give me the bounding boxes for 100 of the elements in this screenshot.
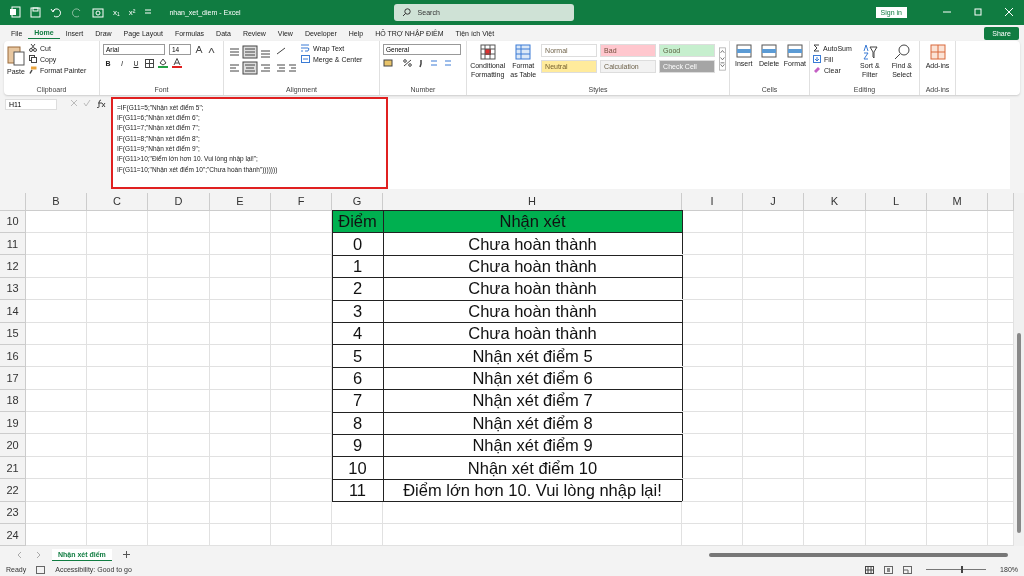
empty-cell: [87, 322, 148, 345]
column-header[interactable]: C: [87, 192, 148, 211]
column-header[interactable]: H: [383, 192, 682, 211]
empty-cell: [87, 456, 148, 480]
empty-cell: [271, 232, 332, 256]
empty-cell: [743, 479, 804, 502]
empty-cell: [743, 389, 804, 413]
empty-cell: [866, 501, 927, 524]
empty-cell: [927, 344, 988, 368]
camera-icon[interactable]: [92, 6, 104, 18]
scissors-icon: [29, 44, 37, 53]
empty-cell: [210, 367, 271, 390]
empty-cell: [148, 456, 210, 480]
column-header[interactable]: L: [866, 192, 927, 211]
next-sheet-icon[interactable]: [34, 550, 42, 559]
empty-cell: [210, 210, 271, 233]
formula-field[interactable]: [111, 98, 1010, 189]
column-header[interactable]: J: [743, 192, 804, 211]
page-layout-icon[interactable]: [884, 565, 894, 574]
page-break-icon[interactable]: [903, 565, 913, 574]
empty-cell: [682, 232, 743, 256]
empty-cell: [866, 524, 927, 547]
empty-cell: [87, 479, 148, 502]
undo-icon[interactable]: [50, 6, 62, 18]
customize-icon[interactable]: [144, 8, 153, 17]
row-header[interactable]: 16: [0, 344, 26, 368]
empty-cell: [927, 232, 988, 256]
empty-cell: [743, 344, 804, 368]
row-header[interactable]: 15: [0, 322, 26, 345]
script-button[interactable]: x₁: [113, 7, 120, 17]
empty-cell: [271, 344, 332, 368]
empty-cell: [682, 300, 743, 323]
empty-cell: [210, 232, 271, 256]
column-header[interactable]: B: [26, 192, 87, 211]
script-button[interactable]: x²: [128, 7, 136, 17]
empty-cell: [87, 389, 148, 413]
empty-cell: [210, 479, 271, 502]
column-header[interactable]: D: [148, 192, 210, 211]
empty-cell: [682, 322, 743, 345]
row-header[interactable]: 21: [0, 456, 26, 480]
column-header[interactable]: K: [804, 192, 866, 211]
empty-cell: [804, 367, 866, 390]
empty-cell: [210, 501, 271, 524]
empty-cell: [148, 367, 210, 390]
empty-cell: [927, 524, 988, 547]
close-icon[interactable]: [1004, 7, 1014, 18]
column-header[interactable]: G: [332, 192, 383, 211]
empty-cell: [148, 210, 210, 233]
empty-cell: [866, 456, 927, 480]
empty-cell: [210, 456, 271, 480]
row-header[interactable]: 11: [0, 232, 26, 256]
empty-cell: [87, 434, 148, 457]
empty-cell: [927, 389, 988, 413]
empty-cell: [743, 255, 804, 278]
font-color-icon[interactable]: [172, 58, 182, 69]
empty-cell: [804, 300, 866, 323]
restore-icon[interactable]: [973, 7, 983, 18]
borders-icon[interactable]: [145, 58, 154, 68]
row-header[interactable]: 13: [0, 277, 26, 301]
table-icon: [515, 44, 532, 61]
row-header[interactable]: 23: [0, 501, 26, 524]
row-header[interactable]: 19: [0, 412, 26, 435]
empty-cell: [332, 501, 383, 524]
empty-cell: [804, 322, 866, 345]
save-icon[interactable]: [30, 6, 41, 18]
row-header[interactable]: 24: [0, 524, 26, 547]
empty-cell: [271, 501, 332, 524]
row-header[interactable]: 22: [0, 479, 26, 502]
fill-color-icon[interactable]: [158, 58, 168, 69]
empty-cell: [804, 501, 866, 524]
prev-sheet-icon[interactable]: [16, 550, 24, 559]
empty-cell: [682, 344, 743, 368]
empty-cell: [148, 300, 210, 323]
column-header[interactable]: E: [210, 192, 271, 211]
column-header[interactable]: F: [271, 192, 332, 211]
row-header[interactable]: 12: [0, 255, 26, 278]
row-header[interactable]: 18: [0, 389, 26, 413]
add-ins-icon: [929, 44, 946, 61]
empty-cell: [804, 210, 866, 233]
empty-cell: [332, 524, 383, 547]
column-header[interactable]: M: [927, 192, 988, 211]
row-header[interactable]: 20: [0, 434, 26, 457]
wrap-icon: [301, 44, 310, 53]
empty-cell: [148, 322, 210, 345]
add-sheet-icon[interactable]: [121, 550, 131, 560]
empty-cell: [148, 501, 210, 524]
redo-icon[interactable]: [71, 6, 83, 18]
row-header[interactable]: 14: [0, 300, 26, 323]
merge-icon: [301, 55, 310, 64]
empty-cell: [866, 389, 927, 413]
empty-cell: [87, 501, 148, 524]
empty-cell: [866, 412, 927, 435]
empty-cell: [148, 412, 210, 435]
normal-view-icon[interactable]: [865, 565, 875, 574]
empty-cell: [682, 524, 743, 547]
empty-cell: [148, 255, 210, 278]
row-header[interactable]: 10: [0, 210, 26, 233]
search-icon: [401, 7, 411, 17]
row-header[interactable]: 17: [0, 367, 26, 390]
column-header[interactable]: I: [682, 192, 743, 211]
